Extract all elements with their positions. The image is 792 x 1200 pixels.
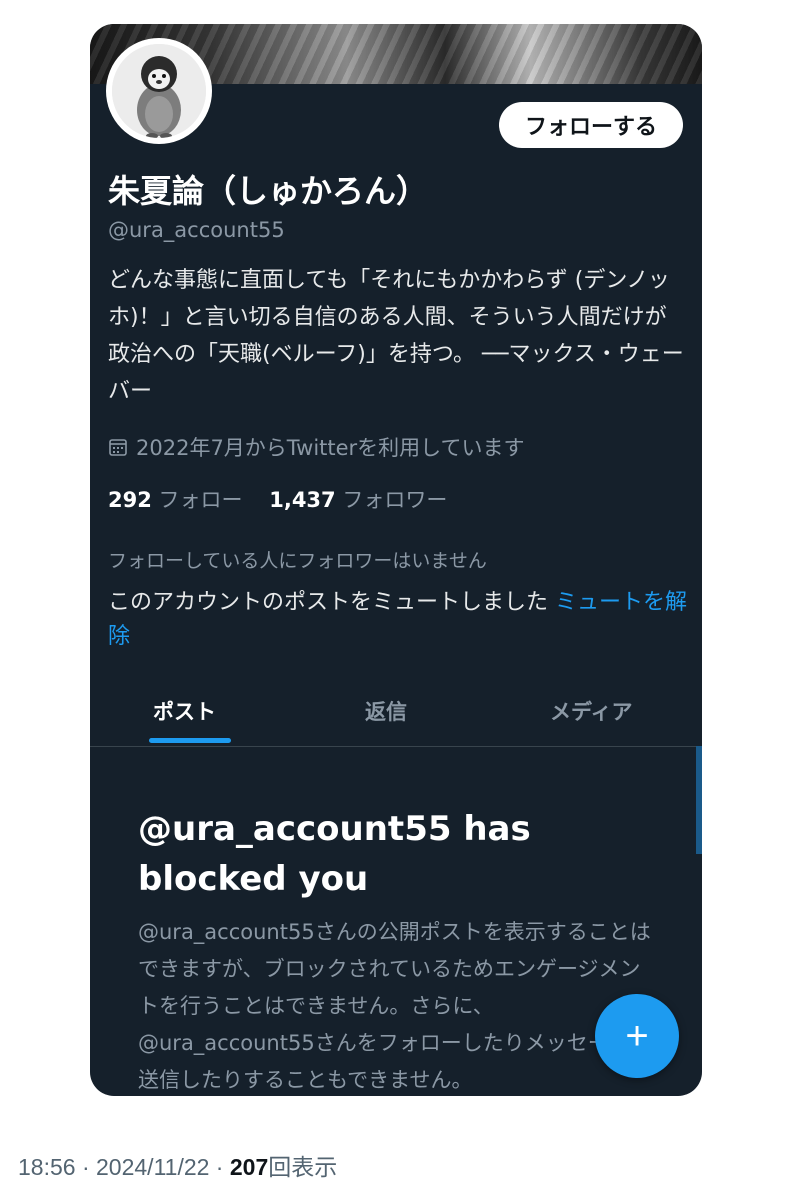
compose-button[interactable]: + — [595, 994, 679, 1078]
penguin-avatar-image — [112, 44, 206, 138]
tab-posts[interactable]: ポスト — [153, 696, 216, 726]
followers-label: フォロワー — [342, 488, 448, 512]
profile-handle: @ura_account55 — [108, 218, 285, 242]
followers-link[interactable]: 1,437 フォロワー — [269, 488, 447, 512]
profile-name: 朱夏論（しゅかろん） — [108, 172, 429, 210]
follow-stats: 292 フォロー 1,437 フォロワー — [108, 484, 447, 514]
muted-text: このアカウントのポストをミュートしました — [108, 590, 549, 615]
calendar-icon — [109, 439, 127, 456]
views-label: 回表示 — [268, 1154, 338, 1180]
blocked-title: @ura_account55 has blocked you — [138, 809, 531, 899]
avatar[interactable] — [112, 44, 206, 138]
scrollbar[interactable] — [696, 746, 702, 854]
followers-count: 1,437 — [269, 488, 336, 512]
views-count: 207 — [229, 1154, 269, 1180]
muted-notice: このアカウントのポストをミュートしました ミュートを解除 — [108, 586, 688, 654]
following-label: フォロー — [158, 488, 243, 512]
following-link[interactable]: 292 フォロー — [108, 488, 243, 512]
tab-media[interactable]: メディア — [550, 696, 633, 726]
following-count: 292 — [108, 488, 152, 512]
follow-button[interactable]: フォローする — [499, 102, 683, 148]
tab-replies[interactable]: 返信 — [365, 696, 407, 726]
blocked-description: @ura_account55さんの公開ポストを表示することはできますが、ブロック… — [138, 920, 651, 1092]
plus-icon: + — [625, 1013, 649, 1058]
profile-card: フォローする 朱夏論（しゅかろん） @ura_account55 どんな事態に直… — [90, 24, 702, 1096]
profile-bio: どんな事態に直面しても「それにもかかわらず (デンノッホ)！」と言い切る自信のあ… — [108, 268, 684, 404]
post-date[interactable]: 2024/11/22 — [96, 1154, 209, 1180]
profile-tabs: ポスト 返信 メディア — [90, 676, 702, 747]
post-time[interactable]: 18:56 — [18, 1154, 76, 1180]
active-tab-indicator — [149, 738, 231, 743]
post-meta: 18:56 · 2024/11/22 · 207回表示 — [18, 1154, 338, 1180]
followers-you-know: フォローしている人にフォロワーはいません — [108, 550, 487, 572]
joined-text: 2022年7月からTwitterを利用しています — [136, 436, 525, 460]
joined-date: 2022年7月からTwitterを利用しています — [108, 432, 525, 462]
